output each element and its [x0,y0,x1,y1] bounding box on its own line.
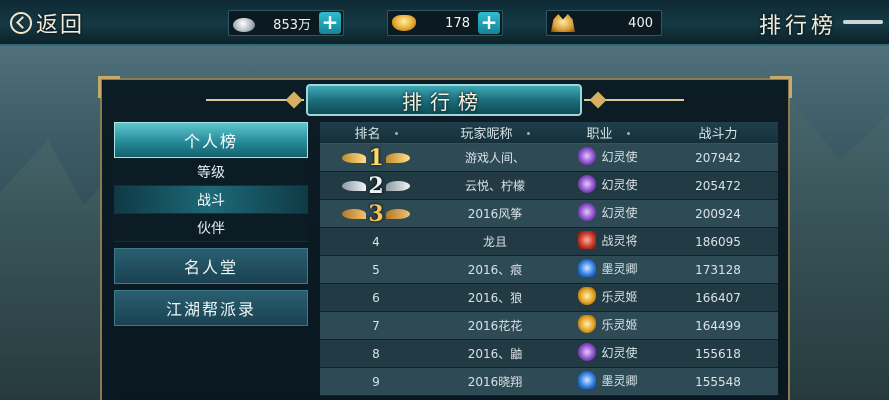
battle-power: 186095 [695,234,741,249]
table-row[interactable]: 2 云悦、柠檬 幻灵使 205472 [320,172,778,200]
ranking-table: 排名 玩家昵称 职业 战斗力 1 游戏人间、 幻灵使 207942 2 云悦、柠檬 幻灵使 2… [320,122,778,396]
menu-sub-partner[interactable]: 伙伴 [114,214,308,242]
back-label: 返回 [36,13,85,38]
table-row[interactable]: 9 2016晓翔 墨灵卿 155548 [320,368,778,396]
job-name: 战灵将 [601,233,638,248]
battle-power: 164499 [695,318,741,333]
table-row[interactable]: 8 2016、鼬 幻灵使 155618 [320,340,778,368]
menu-category-personal[interactable]: 个人榜 [114,122,308,158]
job-name: 乐灵姬 [601,289,638,304]
table-body: 1 游戏人间、 幻灵使 207942 2 云悦、柠檬 幻灵使 205472 3 2016风筝 幻灵使… [320,144,778,396]
table-row[interactable]: 1 游戏人间、 幻灵使 207942 [320,144,778,172]
rank-number: 6 [372,290,380,305]
player-name: 2016、狼 [467,291,523,305]
job-name: 乐灵姬 [601,317,638,332]
huanling-icon [578,343,597,361]
rank-number: 5 [372,262,380,277]
add-silver-button[interactable]: + [319,12,341,34]
job-name: 幻灵使 [601,205,638,220]
battle-power: 173128 [695,262,741,277]
yueling-icon [578,287,597,305]
job-name: 幻灵使 [601,149,638,164]
yuanbao-resource: 400 [546,10,662,36]
job-name: 幻灵使 [601,345,638,360]
rank-number: 4 [372,234,380,249]
header-name: 玩家昵称 [460,127,513,142]
menu-category-hall-of-fame[interactable]: 名人堂 [114,248,308,284]
battle-power: 155548 [695,374,741,389]
top-bar: 返回 853万 + 178 + 400 排行榜 [0,0,889,46]
yuanbao-icon [551,14,575,32]
player-name: 2016风筝 [467,207,523,221]
rank-number: 1 [368,144,384,171]
rank-number: 2 [368,172,384,199]
player-name: 2016、痕 [467,263,523,277]
player-name: 云悦、柠檬 [464,179,525,193]
zhanling-icon [578,231,597,249]
menu-sub-battle[interactable]: 战斗 [114,186,308,214]
add-gold-button[interactable]: + [478,12,500,34]
page-title: 排行榜 [758,14,837,39]
ranking-menu: 个人榜 等级 战斗 伙伴 名人堂 江湖帮派录 [114,122,308,326]
battle-power: 155618 [695,346,741,361]
rank-number: 8 [372,346,380,361]
panel-title-ribbon: 排行榜 [306,84,582,116]
table-row[interactable]: 5 2016、痕 墨灵卿 173128 [320,256,778,284]
table-row[interactable]: 3 2016风筝 幻灵使 200924 [320,200,778,228]
menu-sub-level[interactable]: 等级 [114,158,308,186]
header-rank: 排名 [354,127,381,142]
player-name: 2016花花 [467,319,523,333]
silver-resource: 853万 + [228,10,344,36]
player-name: 2016、鼬 [467,347,523,361]
rank-number: 9 [372,374,380,389]
job-name: 幻灵使 [601,177,638,192]
job-name: 墨灵卿 [601,373,638,388]
panel-corner-ornament [770,76,792,98]
huanling-icon [578,175,597,193]
gold-ingot-icon [392,15,416,31]
table-header: 排名 玩家昵称 职业 战斗力 [320,122,778,144]
title-decoration [843,20,883,24]
panel-corner-ornament [98,76,120,98]
yuanbao-value: 400 [628,15,653,31]
job-name: 墨灵卿 [601,261,638,276]
rank-number: 7 [372,318,380,333]
table-row[interactable]: 7 2016花花 乐灵姬 164499 [320,312,778,340]
rank-medal-icon: 2 [341,172,411,199]
table-row[interactable]: 6 2016、狼 乐灵姬 166407 [320,284,778,312]
silver-coin-icon [233,17,255,32]
player-name: 龙且 [482,235,507,249]
table-row[interactable]: 4 龙且 战灵将 186095 [320,228,778,256]
huanling-icon [578,147,597,165]
battle-power: 207942 [695,150,741,165]
gold-resource: 178 + [387,10,503,36]
moling-icon [578,371,597,389]
silver-value: 853万 [273,17,311,33]
menu-category-guild-list[interactable]: 江湖帮派录 [114,290,308,326]
back-arrow-icon [10,12,32,34]
header-job: 职业 [586,127,613,142]
player-name: 游戏人间、 [464,151,525,165]
battle-power: 205472 [695,178,741,193]
player-name: 2016晓翔 [467,375,523,389]
moling-icon [578,259,597,277]
panel-title: 排行榜 [402,89,486,114]
battle-power: 166407 [695,290,741,305]
yueling-icon [578,315,597,333]
rank-medal-icon: 1 [341,144,411,171]
back-button[interactable]: 返回 [10,6,106,40]
battle-power: 200924 [695,206,741,221]
rank-medal-icon: 3 [341,200,411,227]
huanling-icon [578,203,597,221]
gold-value: 178 [445,15,470,31]
header-power: 战斗力 [698,127,738,142]
rank-number: 3 [368,200,384,227]
